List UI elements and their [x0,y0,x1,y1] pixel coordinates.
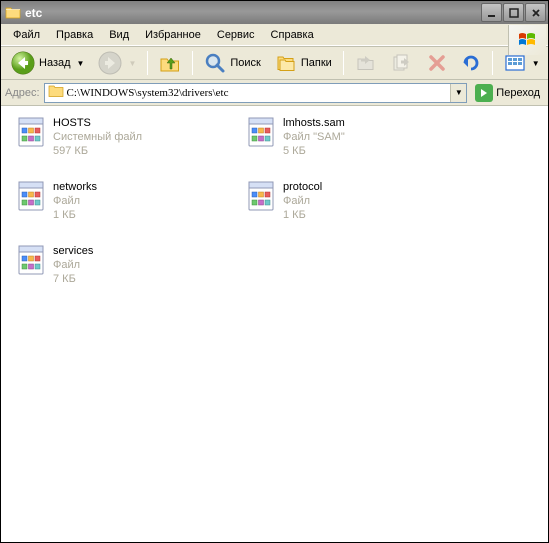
menu-help[interactable]: Справка [263,27,322,43]
forward-icon [98,51,122,75]
file-name: protocol [283,180,322,194]
address-dropdown-button[interactable]: ▼ [450,84,466,102]
titlebar: etc [1,1,548,24]
file-icon [245,180,277,212]
undo-icon [461,53,481,73]
file-type: Файл [283,194,322,208]
search-label: Поиск [230,57,260,69]
forward-button[interactable]: ▼ [92,47,142,79]
menu-favorites[interactable]: Избранное [137,27,209,43]
file-item[interactable]: lmhosts.sam Файл "SAM" 5 КБ [243,114,473,160]
menu-edit[interactable]: Правка [48,27,101,43]
file-size: 597 КБ [53,144,142,158]
address-combo[interactable]: ▼ [44,83,468,103]
file-icon [15,116,47,148]
address-input[interactable] [67,87,451,99]
file-size: 7 КБ [53,272,93,286]
file-item[interactable]: HOSTS Системный файл 597 КБ [13,114,243,160]
file-icon [245,116,277,148]
file-type: Файл [53,258,93,272]
file-item[interactable]: networks Файл 1 КБ [13,178,243,224]
file-type: Системный файл [53,130,142,144]
delete-button[interactable] [421,49,453,77]
maximize-button[interactable] [503,3,524,22]
up-button[interactable] [153,48,187,78]
file-icon [15,244,47,276]
search-button[interactable]: Поиск [198,48,266,78]
file-size: 5 КБ [283,144,345,158]
folder-icon [48,84,64,101]
go-label: Переход [496,87,540,99]
move-to-icon [355,52,377,74]
file-item[interactable]: protocol Файл 1 КБ [243,178,473,224]
back-icon [11,51,35,75]
windows-logo-icon [508,25,546,55]
file-icon [15,180,47,212]
toolbar: Назад ▼ ▼ Поиск Папки ▼ [1,46,548,80]
search-icon [204,52,226,74]
address-label: Адрес: [5,87,40,99]
go-button[interactable]: Переход [471,82,544,104]
menu-view[interactable]: Вид [101,27,137,43]
go-arrow-icon [475,84,493,102]
file-name: services [53,244,93,258]
file-item[interactable]: services Файл 7 КБ [13,242,243,288]
file-type: Файл [53,194,97,208]
menu-file[interactable]: Файл [5,27,48,43]
back-label: Назад [39,57,71,69]
chevron-down-icon: ▼ [532,59,540,68]
file-size: 1 КБ [53,208,97,222]
folder-up-icon [159,52,181,74]
folder-icon [5,5,21,21]
folders-button[interactable]: Папки [269,48,338,78]
views-icon [504,53,526,73]
file-type: Файл "SAM" [283,130,345,144]
menubar: Файл Правка Вид Избранное Сервис Справка [1,24,548,46]
chevron-down-icon: ▼ [128,59,136,68]
copy-to-icon [391,52,413,74]
folders-label: Папки [301,57,332,69]
chevron-down-icon: ▼ [77,59,85,68]
delete-icon [427,53,447,73]
file-name: networks [53,180,97,194]
address-bar: Адрес: ▼ Переход [1,80,548,106]
minimize-button[interactable] [481,3,502,22]
menu-tools[interactable]: Сервис [209,27,263,43]
file-size: 1 КБ [283,208,322,222]
file-name: HOSTS [53,116,142,130]
window-title: etc [25,6,481,20]
close-button[interactable] [525,3,546,22]
folders-icon [275,52,297,74]
undo-button[interactable] [455,49,487,77]
move-to-button[interactable] [349,48,383,78]
back-button[interactable]: Назад ▼ [5,47,90,79]
file-list-pane[interactable]: HOSTS Системный файл 597 КБ lmhosts.sam … [1,106,548,542]
file-name: lmhosts.sam [283,116,345,130]
copy-to-button[interactable] [385,48,419,78]
